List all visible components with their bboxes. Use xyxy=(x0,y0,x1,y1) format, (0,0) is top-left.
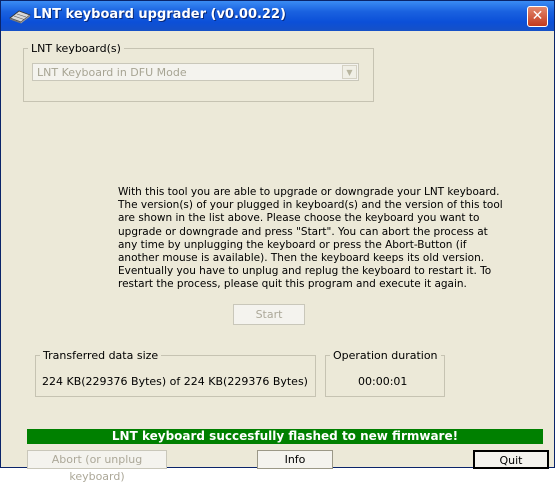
duration-group: Operation duration xyxy=(325,349,445,397)
keyboard-select-value: LNT Keyboard in DFU Mode xyxy=(37,66,187,79)
start-button[interactable]: Start xyxy=(233,304,305,325)
keyboard-select[interactable]: LNT Keyboard in DFU Mode ▼ xyxy=(32,63,359,81)
keyboard-icon xyxy=(9,10,31,24)
title-bar[interactable]: LNT keyboard upgrader (v0.00.22) ✕ xyxy=(1,1,554,31)
instructions-text: With this tool you are able to upgrade o… xyxy=(118,186,503,291)
transfer-group-label: Transferred data size xyxy=(43,349,159,362)
abort-button[interactable]: Abort (or unplug keyboard) xyxy=(27,450,167,483)
client-area: LNT keyboard(s) LNT Keyboard in DFU Mode… xyxy=(4,31,551,465)
window-title: LNT keyboard upgrader (v0.00.22) xyxy=(33,7,286,22)
quit-button[interactable]: Quit xyxy=(473,450,549,469)
duration-group-label: Operation duration xyxy=(333,349,438,362)
dropdown-arrow-icon[interactable]: ▼ xyxy=(342,65,357,79)
transfer-group: Transferred data size xyxy=(35,349,316,397)
close-button[interactable]: ✕ xyxy=(527,6,548,27)
transfer-value: 224 KB(229376 Bytes) of 224 KB(229376 By… xyxy=(42,375,308,388)
duration-value: 00:00:01 xyxy=(358,375,408,388)
status-message: LNT keyboard succesfully flashed to new … xyxy=(27,429,543,444)
close-icon: ✕ xyxy=(531,8,544,24)
app-window: LNT keyboard upgrader (v0.00.22) ✕ LNT k… xyxy=(0,0,555,483)
info-button[interactable]: Info xyxy=(257,450,333,469)
keyboard-group-label: LNT keyboard(s) xyxy=(31,42,121,55)
